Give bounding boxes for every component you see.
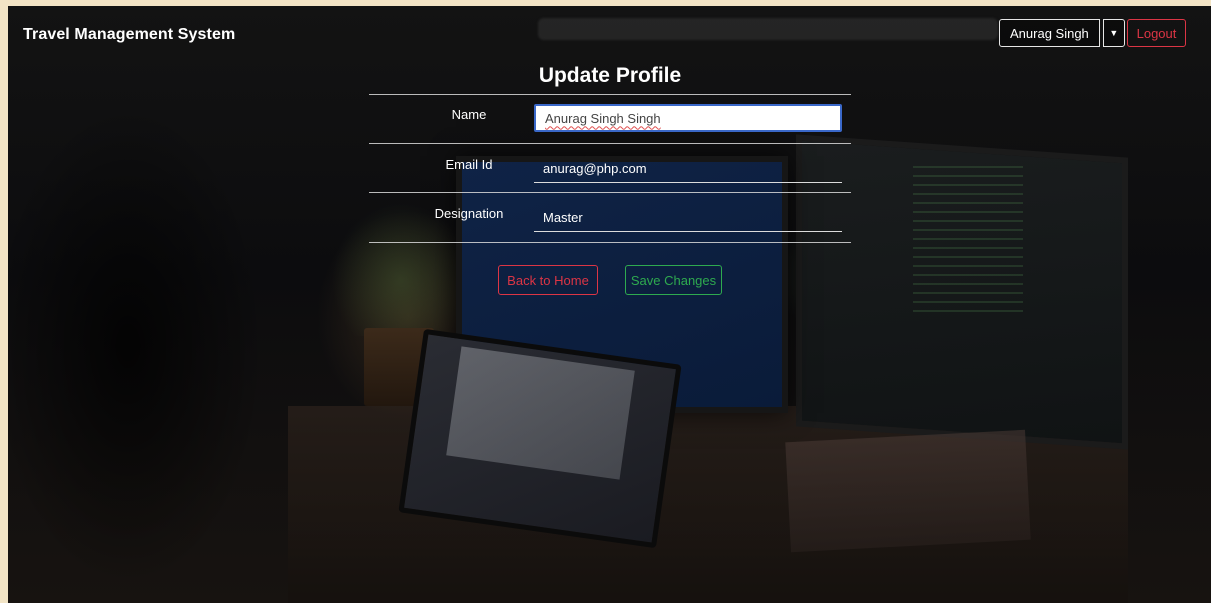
- background-right-monitor: [796, 134, 1128, 450]
- page-viewport: Travel Management System Anurag Singh ▼ …: [8, 6, 1211, 603]
- brand-title[interactable]: Travel Management System: [23, 26, 235, 44]
- user-dropdown-toggle[interactable]: ▼: [1102, 19, 1125, 47]
- caret-down-icon: ▼: [1109, 28, 1119, 38]
- background-person: [8, 46, 338, 603]
- logout-button[interactable]: Logout: [1127, 19, 1186, 47]
- name-input[interactable]: Anurag Singh Singh: [534, 104, 842, 132]
- divider: [369, 192, 851, 193]
- divider: [369, 94, 851, 95]
- background-blur-strip: [538, 18, 998, 40]
- background-plant-pot: [364, 328, 434, 406]
- divider: [369, 143, 851, 144]
- designation-input[interactable]: Master: [534, 204, 842, 232]
- background-laptop: [398, 328, 682, 549]
- user-menu[interactable]: Anurag Singh ▼: [999, 19, 1125, 47]
- designation-input-value: Master: [543, 210, 583, 225]
- email-input[interactable]: anurag@php.com: [534, 155, 842, 183]
- divider: [369, 242, 851, 243]
- user-name-button[interactable]: Anurag Singh: [999, 19, 1100, 47]
- background-code-lines: [913, 166, 1023, 316]
- background-desk-box: [785, 429, 1031, 553]
- name-input-value: Anurag Singh Singh: [545, 110, 661, 126]
- page-title: Update Profile: [538, 64, 682, 87]
- back-to-home-button[interactable]: Back to Home: [498, 265, 598, 295]
- background-desk: [288, 406, 1128, 603]
- background-laptop-screen: [446, 346, 635, 480]
- save-changes-button[interactable]: Save Changes: [625, 265, 722, 295]
- email-input-value: anurag@php.com: [543, 161, 647, 176]
